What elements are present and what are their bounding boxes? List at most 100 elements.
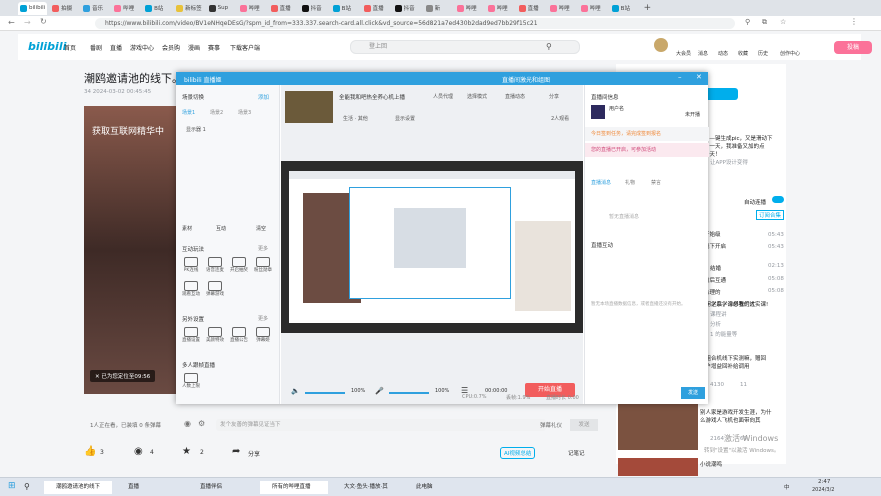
beauty-item[interactable]: 美颜特效 — [204, 327, 226, 343]
notes-button[interactable]: 记笔记 — [568, 449, 585, 457]
mute-tab[interactable]: 禁言 — [651, 179, 661, 186]
reload-icon[interactable]: ↻ — [40, 17, 47, 26]
stream-preview[interactable] — [281, 161, 583, 333]
fan-badge-item[interactable]: 粉丝勋章 — [252, 257, 274, 273]
like-icon[interactable]: 👍 — [84, 446, 96, 457]
menu-icon[interactable]: ⋮ — [850, 17, 858, 26]
add-scene-button[interactable]: 添加 — [258, 93, 269, 101]
header-history[interactable]: 历史 — [758, 50, 768, 57]
browser-tab[interactable]: 哔哩 — [486, 2, 514, 15]
url-field[interactable]: https://www.bilibili.com/video/BV1eNHqeD… — [95, 18, 735, 29]
scene-tab[interactable]: 场景3 — [238, 109, 251, 116]
source-material-button[interactable]: 素材 — [182, 225, 192, 232]
nav-esports[interactable]: 赛事 — [208, 43, 220, 52]
new-tab-icon[interactable]: + — [644, 3, 652, 13]
taskbar-item[interactable]: 潮鸥邀请池的线下 — [44, 481, 112, 494]
area-select[interactable]: 生活 · 其他 — [343, 115, 368, 122]
header-creator[interactable]: 创作中心 — [780, 50, 800, 57]
browser-tab[interactable]: 拍摄 — [50, 2, 78, 15]
mic-icon[interactable]: 🎤 — [375, 387, 384, 395]
autoplay-toggle[interactable] — [772, 196, 784, 203]
share-icon[interactable]: ➦ — [232, 446, 240, 457]
clock-time[interactable]: 2:47 — [818, 479, 830, 485]
layout-select[interactable]: 显示设置 — [395, 115, 415, 122]
browser-tab[interactable]: 哔哩 — [112, 2, 140, 15]
resume-toast[interactable]: ✕ 已为您定位至09:56 — [90, 370, 156, 382]
close-icon[interactable]: ✕ — [696, 73, 702, 81]
gift-tab[interactable]: 礼物 — [625, 179, 635, 186]
upload-button[interactable]: 投稿 — [834, 41, 872, 54]
taskbar-item[interactable]: 此电脑 — [404, 481, 472, 494]
room-cover[interactable] — [285, 91, 333, 123]
rec-text[interactable]: 别人家是游戏开发生涯，为什 — [700, 408, 794, 416]
browser-tab[interactable]: 新 — [424, 2, 452, 15]
rec-thumbnail[interactable] — [618, 458, 698, 476]
browser-tab[interactable]: 抖音 — [300, 2, 328, 15]
forward-icon[interactable]: → — [24, 18, 31, 27]
more-link[interactable]: 更多 — [258, 245, 268, 252]
rec-text[interactable]: 多组合机线下实测嘛，赠回 — [700, 354, 794, 362]
danmu-ji-item[interactable]: 弹幕姬 — [252, 327, 274, 343]
more-link[interactable]: 更多 — [258, 315, 268, 322]
rec-text[interactable]: ——键生成pic，又是滑动下 — [704, 134, 773, 142]
nav-live[interactable]: 直播 — [110, 43, 122, 52]
scene-item[interactable]: 显示器 1 — [186, 126, 206, 133]
source-interact-button[interactable]: 互动 — [216, 225, 226, 232]
browser-tab[interactable]: 音乐 — [81, 2, 109, 15]
rec-text[interactable]: 么游戏人飞机也面带向其 — [700, 416, 794, 424]
browser-tab[interactable]: 哔哩 — [238, 2, 266, 15]
browser-tab[interactable]: 直播 — [269, 2, 297, 15]
browser-tab[interactable]: 新标签 — [174, 2, 204, 15]
browser-tab[interactable]: 哔哩 — [548, 2, 576, 15]
header-vip[interactable]: 大会员 — [676, 50, 691, 57]
taskbar-item[interactable]: 所有的哔哩直播 — [260, 481, 328, 494]
danmu-game-item[interactable]: 弹幕游戏 — [204, 281, 226, 297]
search-icon[interactable]: ⚲ — [24, 482, 30, 491]
notice-item[interactable]: 直播公告 — [228, 327, 250, 343]
chat-tab[interactable]: 直播消息 — [591, 179, 611, 186]
browser-tab[interactable]: 抖音 — [393, 2, 421, 15]
browser-tab[interactable]: 直播 — [517, 2, 545, 15]
avatar[interactable] — [654, 38, 668, 52]
danmu-etiquette-link[interactable]: 弹幕礼仪 — [540, 421, 562, 429]
nav-anime[interactable]: 番剧 — [90, 43, 102, 52]
lottery-item[interactable]: 开启抽奖 — [228, 257, 250, 273]
tag[interactable]: 人员代理 — [433, 93, 453, 100]
voice-item[interactable]: 语音连麦 — [204, 257, 226, 273]
danmu-toggle-icon[interactable]: ◉ — [184, 419, 191, 428]
subscribe-collection-button[interactable]: 订阅合集 — [756, 210, 785, 220]
bilibili-logo[interactable]: bilibili — [28, 40, 66, 53]
browser-tab[interactable]: 直播 — [362, 2, 390, 15]
taskbar-item[interactable]: 直播伴侣 — [188, 481, 256, 494]
pk-item[interactable]: PK连线 — [180, 257, 202, 273]
nav-comics[interactable]: 漫画 — [188, 43, 200, 52]
taskbar-item[interactable]: 直播 — [116, 481, 184, 494]
rec-text[interactable]: 客户增益回补给调用 — [700, 362, 794, 370]
browser-tab[interactable]: Sup — [207, 2, 235, 15]
header-favorites[interactable]: 收藏 — [738, 50, 748, 57]
browser-tab[interactable]: bilibili — [18, 1, 48, 15]
watch-interact-item[interactable]: 观看互动 — [180, 281, 202, 297]
activity-notice[interactable]: 您的直播已开启，可参加活动 — [585, 143, 709, 157]
live-settings-item[interactable]: 直播设置 — [180, 327, 202, 343]
rec-thumbnail[interactable] — [618, 404, 698, 450]
rec-text[interactable]: 好一天，我准备又加的点 — [704, 142, 765, 150]
back-icon[interactable]: ← — [8, 18, 15, 27]
zoom-icon[interactable]: ⚲ — [745, 18, 750, 26]
browser-tab[interactable]: B站 — [331, 2, 359, 15]
speaker-icon[interactable]: 🔈 — [291, 387, 300, 395]
windows-start-icon[interactable]: ⊞ — [8, 481, 16, 491]
nav-download[interactable]: 下载客户端 — [230, 43, 260, 52]
tag[interactable]: 直播动态 — [505, 93, 525, 100]
minimize-icon[interactable]: – — [678, 73, 682, 81]
chat-send-button[interactable]: 发送 — [681, 387, 705, 399]
browser-tab[interactable]: B站 — [143, 2, 171, 15]
scene-tab[interactable]: 场景2 — [210, 109, 223, 116]
coin-icon[interactable]: ◉ — [134, 446, 143, 457]
multi-item[interactable]: 人数上限 — [180, 373, 202, 389]
danmu-settings-icon[interactable]: ⚙ — [198, 419, 205, 428]
checkin-notice[interactable]: 今日签到任务，请完成签到报名 — [585, 127, 709, 141]
tag[interactable]: 选择模式 — [467, 93, 487, 100]
scene-tab[interactable]: 场景1 — [182, 109, 195, 116]
clock-date[interactable]: 2024/3/2 — [812, 487, 834, 493]
